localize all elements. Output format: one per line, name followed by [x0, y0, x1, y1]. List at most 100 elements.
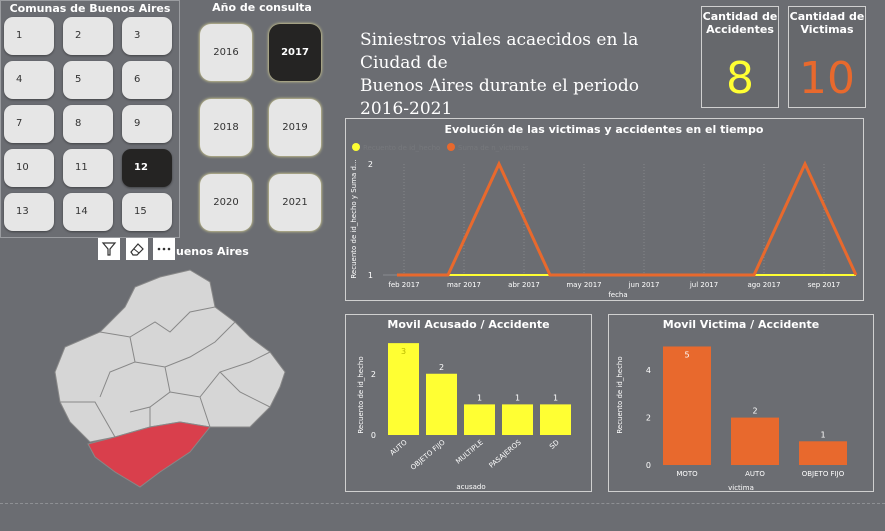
bar-data-label: 3	[401, 347, 406, 356]
page-title: Siniestros viales acaecidos en la Ciudad…	[360, 29, 690, 121]
bar-data-label: 5	[684, 350, 689, 359]
accidentes-value: 8	[726, 53, 754, 104]
page-title-line2: Buenos Aires durante el periodo 2016-202…	[360, 76, 639, 119]
year-button-2019[interactable]: 2019	[269, 99, 321, 156]
comuna-button-13[interactable]: 13	[4, 193, 54, 231]
bar	[540, 404, 571, 435]
more-options-icon[interactable]	[153, 238, 175, 260]
x-tick-label: MULTIPLE	[454, 438, 484, 465]
x-axis-label: victima	[728, 484, 754, 491]
bar	[799, 441, 847, 465]
x-tick-label: feb 2017	[388, 281, 419, 289]
accidentes-label-line1: Cantidad de	[702, 10, 778, 23]
acusado-bar-chart: Movil Acusado / Accidente 0 2 Recuento de i…	[357, 318, 571, 491]
bar	[388, 343, 419, 435]
bar	[464, 404, 495, 435]
x-tick-label: abr 2017	[508, 281, 540, 289]
accidentes-card: Cantidad de Accidentes 8	[701, 6, 779, 108]
comuna-button-label: 13	[16, 206, 29, 217]
visual-toolbar	[98, 238, 178, 260]
year-button-2020[interactable]: 2020	[200, 174, 252, 231]
comuna-button-label: 4	[16, 74, 23, 85]
bar-data-label: 2	[752, 407, 757, 416]
page-title-line1: Siniestros viales acaecidos en la Ciudad…	[360, 30, 639, 73]
x-tick-label: AUTO	[745, 470, 765, 478]
victima-chart-panel: Movil Victima / Accidente 0 2 4 Recuento de …	[608, 314, 874, 492]
map-title: uenos Aires	[176, 245, 249, 258]
x-tick-label: mar 2017	[447, 281, 481, 289]
comuna-button-2[interactable]: 2	[63, 17, 113, 55]
comuna-button-12[interactable]: 12	[122, 149, 172, 187]
comuna-button-label: 5	[75, 74, 82, 85]
comunas-map	[54, 269, 286, 488]
comuna-button-8[interactable]: 8	[63, 105, 113, 143]
y-tick-label: 4	[646, 366, 651, 375]
y-tick-label: 0	[646, 461, 651, 470]
comuna-button-6[interactable]: 6	[122, 61, 172, 99]
evolution-chart-panel: Evolución de las victimas y accidentes e…	[345, 118, 864, 301]
bar-data-label: 1	[820, 430, 825, 439]
x-tick-label: jun 2017	[628, 281, 660, 289]
y-tick-label: 2	[368, 160, 373, 169]
year-button-2017[interactable]: 2017	[269, 24, 321, 81]
x-tick-label: OBJETO FIJO	[409, 438, 447, 472]
eraser-icon[interactable]	[126, 238, 148, 260]
legend-marker	[447, 143, 455, 151]
comuna-button-1[interactable]: 1	[4, 17, 54, 55]
comuna-button-7[interactable]: 7	[4, 105, 54, 143]
y-tick-label: 1	[368, 271, 373, 280]
comuna-button-label: 11	[75, 162, 88, 173]
victimas-label-line2: Victimas	[800, 23, 854, 36]
year-button-2016[interactable]: 2016	[200, 24, 252, 81]
victimas-card: Cantidad de Victimas 10	[788, 6, 866, 108]
x-tick-label: ago 2017	[747, 281, 780, 289]
comuna-button-label: 8	[75, 118, 82, 129]
bar	[663, 346, 711, 465]
comuna-button-3[interactable]: 3	[122, 17, 172, 55]
years-slicer-title: Año de consulta	[212, 1, 312, 14]
x-tick-label: sep 2017	[808, 281, 840, 289]
accidentes-card-label: Cantidad de Accidentes	[702, 10, 778, 36]
comuna-button-5[interactable]: 5	[63, 61, 113, 99]
victimas-card-label: Cantidad de Victimas	[789, 10, 865, 36]
map-region[interactable]	[54, 269, 286, 443]
year-button-2021[interactable]: 2021	[269, 174, 321, 231]
x-axis-label: acusado	[456, 483, 485, 491]
y-tick-label: 2	[646, 414, 651, 423]
chart-title: Evolución de las victimas y accidentes e…	[445, 123, 764, 136]
comuna-button-10[interactable]: 10	[4, 149, 54, 187]
y-tick-label: 2	[371, 370, 376, 379]
year-button-2018[interactable]: 2018	[200, 99, 252, 156]
x-tick-label: PASAJEROS	[488, 438, 524, 470]
x-tick-label: may 2017	[566, 281, 601, 289]
chart-title: Movil Victima / Accidente	[663, 318, 819, 331]
comuna-button-label: 10	[16, 162, 29, 173]
comunas-slicer-title: Comunas de Buenos Aires	[9, 2, 171, 15]
x-tick-label: SD	[548, 438, 561, 450]
comuna-button-label: 15	[134, 206, 147, 217]
x-axis-label: fecha	[608, 291, 627, 299]
bar	[426, 373, 457, 435]
comuna-button-9[interactable]: 9	[122, 105, 172, 143]
legend-marker	[352, 143, 360, 151]
comuna-button-15[interactable]: 15	[122, 193, 172, 231]
x-tick-label: MOTO	[676, 470, 698, 478]
y-tick-label: 0	[371, 431, 376, 440]
comuna-button-label: 1	[16, 30, 23, 41]
comuna-button-14[interactable]: 14	[63, 193, 113, 231]
x-tick-label: OBJETO FIJO	[802, 470, 845, 478]
footer-divider	[0, 503, 885, 504]
comuna-button-label: 9	[134, 118, 141, 129]
evolution-line-chart: Evolución de las victimas y accidentes e…	[350, 123, 858, 299]
y-axis-label: Recuento de id_hecho y Suma d...	[350, 159, 358, 278]
comuna-button-11[interactable]: 11	[63, 149, 113, 187]
filter-icon[interactable]	[98, 238, 120, 260]
bar-data-label: 1	[477, 393, 482, 402]
series-line	[397, 160, 858, 277]
comuna-button-label: 6	[134, 74, 141, 85]
bar-data-label: 2	[439, 363, 444, 372]
comuna-button-label: 14	[75, 206, 88, 217]
comuna-button-4[interactable]: 4	[4, 61, 54, 99]
y-axis-label: Recuento de id_hecho	[616, 356, 624, 433]
x-tick-label: AUTO	[389, 438, 410, 457]
